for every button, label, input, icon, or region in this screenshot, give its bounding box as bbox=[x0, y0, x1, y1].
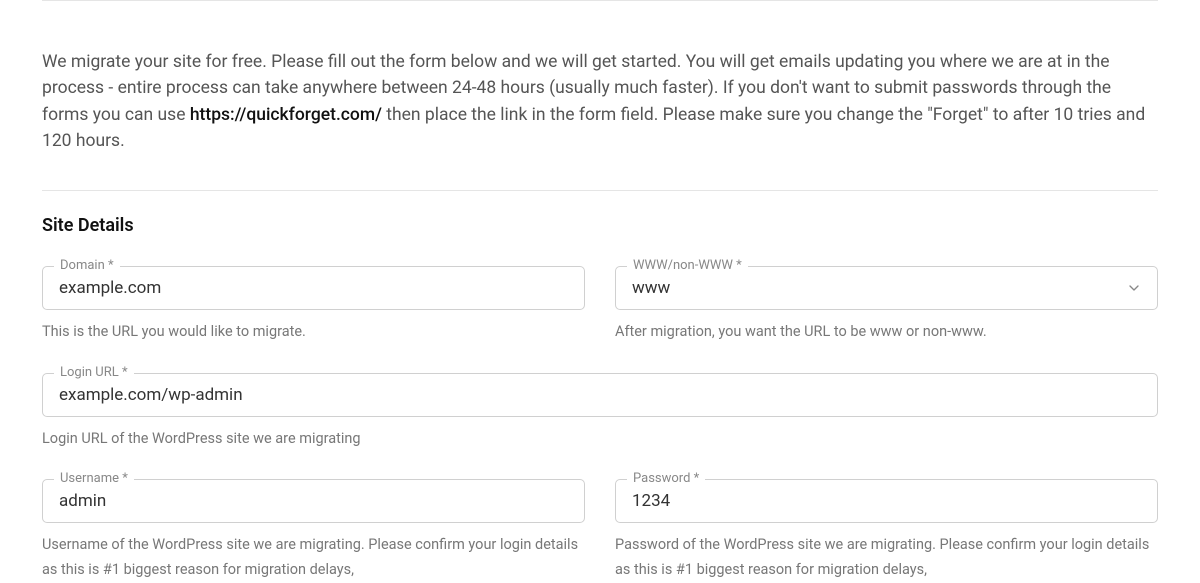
www-field: WWW/non-WWW * www After migration, you w… bbox=[615, 266, 1158, 345]
domain-field: Domain * This is the URL you would like … bbox=[42, 266, 585, 345]
password-label: Password * bbox=[627, 471, 705, 486]
www-helper: After migration, you want the URL to be … bbox=[615, 320, 1158, 345]
login-url-field: Login URL * Login URL of the WordPress s… bbox=[42, 373, 1158, 452]
password-helper: Password of the WordPress site we are mi… bbox=[615, 533, 1158, 582]
quickforget-link[interactable]: https://quickforget.com/ bbox=[190, 105, 382, 125]
username-helper: Username of the WordPress site we are mi… bbox=[42, 533, 585, 582]
domain-input[interactable] bbox=[42, 266, 585, 310]
section-title: Site Details bbox=[42, 215, 1158, 236]
login-url-helper: Login URL of the WordPress site we are m… bbox=[42, 427, 1158, 452]
top-divider bbox=[42, 0, 1158, 1]
login-url-label: Login URL * bbox=[54, 365, 134, 380]
password-field: Password * Password of the WordPress sit… bbox=[615, 479, 1158, 582]
section-divider bbox=[42, 190, 1158, 191]
intro-text: We migrate your site for free. Please fi… bbox=[42, 49, 1158, 154]
username-label: Username * bbox=[54, 471, 134, 486]
domain-label: Domain * bbox=[54, 258, 120, 273]
domain-helper: This is the URL you would like to migrat… bbox=[42, 320, 585, 345]
username-field: Username * Username of the WordPress sit… bbox=[42, 479, 585, 582]
login-url-input[interactable] bbox=[42, 373, 1158, 417]
www-label: WWW/non-WWW * bbox=[627, 258, 748, 273]
